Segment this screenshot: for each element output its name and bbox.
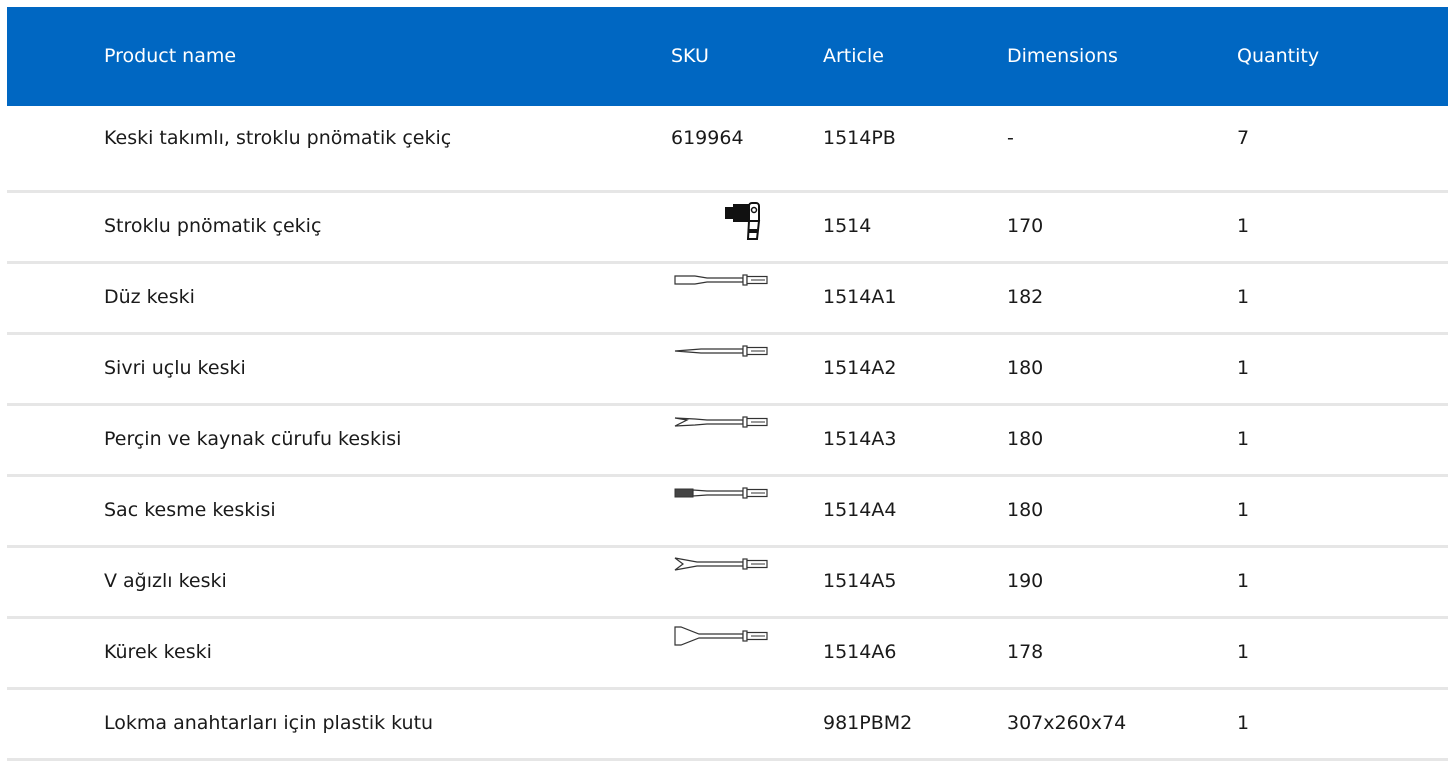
flat-chisel-icon xyxy=(673,272,769,288)
product-quantity: 1 xyxy=(1237,286,1250,308)
product-dimensions: 180 xyxy=(1007,499,1044,521)
product-table: Product name SKU Article Dimensions Quan… xyxy=(7,7,1448,761)
product-name: Düz keski xyxy=(104,286,195,308)
table-row: Sivri uçlu keski 1514A2 180 1 xyxy=(7,335,1448,406)
product-dimensions: 182 xyxy=(1007,286,1044,308)
product-quantity: 1 xyxy=(1237,641,1250,663)
product-dimensions: 170 xyxy=(1007,215,1044,237)
rivet-chisel-icon xyxy=(673,414,769,430)
product-article: 1514PB xyxy=(823,127,896,149)
header-product-name: Product name xyxy=(104,45,237,67)
table-row: Keski takımlı, stroklu pnömatik çekiç 61… xyxy=(7,106,1448,193)
product-name: Sivri uçlu keski xyxy=(104,357,246,379)
product-quantity: 1 xyxy=(1237,570,1250,592)
product-quantity: 1 xyxy=(1237,428,1250,450)
product-article: 1514A6 xyxy=(823,641,897,663)
product-quantity: 1 xyxy=(1237,499,1250,521)
product-article: 1514A2 xyxy=(823,357,897,379)
product-dimensions: 190 xyxy=(1007,570,1044,592)
header-article: Article xyxy=(823,45,884,67)
pointed-chisel-icon xyxy=(673,343,769,359)
product-name: Perçin ve kaynak cürufu keskisi xyxy=(104,428,402,450)
product-name: Lokma anahtarları için plastik kutu xyxy=(104,712,434,734)
table-row: Perçin ve kaynak cürufu keskisi 1514A3 1… xyxy=(7,406,1448,477)
product-dimensions: 307x260x74 xyxy=(1007,712,1127,734)
product-name: V ağızlı keski xyxy=(104,570,227,592)
table-row: Düz keski 1514A1 182 1 xyxy=(7,264,1448,335)
product-article: 981PBM2 xyxy=(823,712,913,734)
sheet-cutting-chisel-icon xyxy=(673,485,769,501)
product-dimensions: 180 xyxy=(1007,357,1044,379)
product-sku: 619964 xyxy=(671,127,744,149)
product-name: Sac kesme keskisi xyxy=(104,499,276,521)
table-row: Lokma anahtarları için plastik kutu 981P… xyxy=(7,690,1448,761)
shovel-chisel-icon xyxy=(673,625,769,647)
product-name: Keski takımlı, stroklu pnömatik çekiç xyxy=(104,127,452,149)
v-chisel-icon xyxy=(673,556,769,572)
pneumatic-hammer-icon xyxy=(715,201,765,243)
table-row: V ağızlı keski 1514A5 190 1 xyxy=(7,548,1448,619)
product-quantity: 1 xyxy=(1237,357,1250,379)
product-article: 1514 xyxy=(823,215,872,237)
table-row: Stroklu pnömatik çekiç 1514 170 1 xyxy=(7,193,1448,264)
product-article: 1514A5 xyxy=(823,570,897,592)
product-dimensions: - xyxy=(1007,127,1014,149)
product-article: 1514A4 xyxy=(823,499,897,521)
header-sku: SKU xyxy=(671,45,709,67)
product-quantity: 1 xyxy=(1237,215,1250,237)
header-quantity: Quantity xyxy=(1237,45,1320,67)
product-article: 1514A3 xyxy=(823,428,897,450)
product-dimensions: 178 xyxy=(1007,641,1044,663)
product-name: Stroklu pnömatik çekiç xyxy=(104,215,322,237)
table-row: Sac kesme keskisi 1514A4 180 1 xyxy=(7,477,1448,548)
header-dimensions: Dimensions xyxy=(1007,45,1118,67)
product-dimensions: 180 xyxy=(1007,428,1044,450)
product-quantity: 1 xyxy=(1237,712,1250,734)
product-name: Kürek keski xyxy=(104,641,212,663)
table-header: Product name SKU Article Dimensions Quan… xyxy=(7,7,1448,106)
product-quantity: 7 xyxy=(1237,127,1250,149)
product-article: 1514A1 xyxy=(823,286,897,308)
table-row: Kürek keski 1514A6 178 1 xyxy=(7,619,1448,690)
